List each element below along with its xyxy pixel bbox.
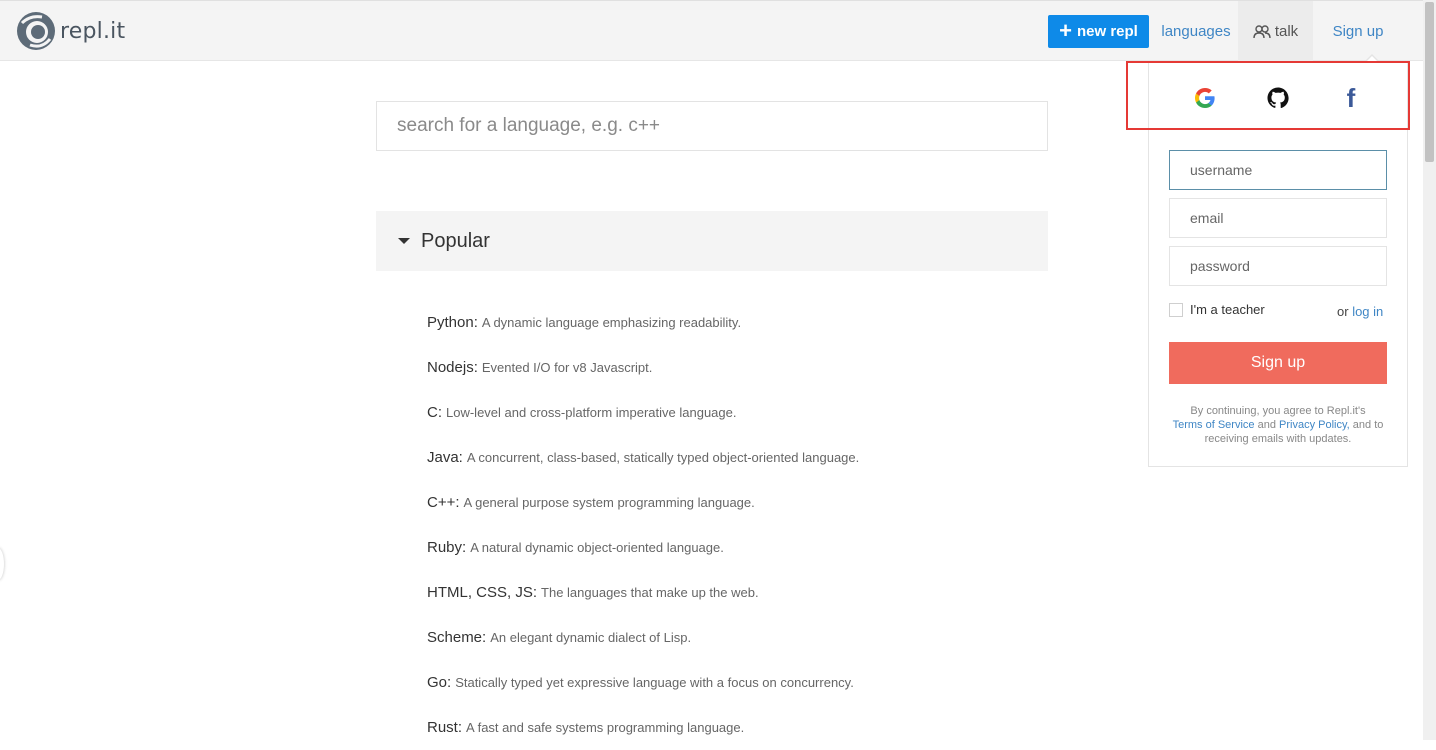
language-name: Rust: [427,719,463,736]
or-text: or [1337,304,1349,319]
language-desc: A fast and safe systems programming lang… [466,720,745,735]
language-desc: The languages that make up the web. [541,585,759,600]
nav-signup-label: Sign up [1332,23,1384,40]
language-desc: A general purpose system programming lan… [463,495,755,510]
nav-languages[interactable]: languages [1155,1,1237,62]
language-list: Python: A dynamic language emphasizing r… [427,300,1047,750]
teacher-checkbox[interactable] [1169,302,1183,317]
teacher-option: I'm a teacher [1169,302,1265,317]
replit-logo[interactable]: repl.it [16,11,125,51]
language-item-go[interactable]: Go: Statically typed yet expressive lang… [427,660,1047,705]
nav-signup[interactable]: Sign up [1318,1,1398,62]
language-name: Java: [427,449,463,466]
language-item-python[interactable]: Python: A dynamic language emphasizing r… [427,300,1047,345]
language-item-ruby[interactable]: Ruby: A natural dynamic object-oriented … [427,525,1047,570]
language-name: Scheme: [427,629,487,646]
language-name: Python: [427,314,478,331]
nav-talk-label: talk [1274,23,1299,40]
top-navbar: repl.it + new repl languages talk Sign u… [0,0,1436,62]
replit-logo-icon [17,12,55,50]
language-desc: A concurrent, class-based, statically ty… [466,450,860,465]
language-name: HTML, CSS, JS: [427,584,538,601]
language-desc: Low-level and cross-platform imperative … [446,405,737,420]
popular-section-toggle[interactable]: Popular [376,211,1048,271]
language-desc: An elegant dynamic dialect of Lisp. [490,630,692,645]
or-login: or log in [1337,304,1383,319]
language-name: C: [427,404,442,421]
language-desc: Evented I/O for v8 Javascript. [481,360,653,375]
teacher-label: I'm a teacher [1190,302,1265,317]
side-drawer-handle[interactable] [0,548,4,580]
privacy-policy-link[interactable]: Privacy Policy, [1279,419,1350,431]
language-desc: A dynamic language emphasizing readabili… [481,315,742,330]
language-desc: A natural dynamic object-oriented langua… [470,540,724,555]
nav-languages-label: languages [1161,23,1231,40]
language-item-scheme[interactable]: Scheme: An elegant dynamic dialect of Li… [427,615,1047,660]
signup-button-label: Sign up [1250,354,1306,371]
language-item-nodejs[interactable]: Nodejs: Evented I/O for v8 Javascript. [427,345,1047,390]
scrollbar-thumb[interactable] [1425,2,1434,162]
language-name: Nodejs: [427,359,478,376]
language-search-input[interactable] [376,101,1048,151]
nav-talk[interactable]: talk [1238,1,1313,62]
password-field[interactable] [1169,246,1387,286]
terms-and: and [1257,419,1276,431]
caret-down-icon [398,238,410,244]
section-title: Popular [421,229,490,252]
login-link[interactable]: log in [1352,304,1383,319]
language-name: Go: [427,674,452,691]
people-icon [1253,24,1271,38]
language-name: Ruby: [427,539,467,556]
terms-of-service-link[interactable]: Terms of Service [1173,419,1255,431]
language-item-cpp[interactable]: C++: A general purpose system programmin… [427,480,1047,525]
language-item-rust[interactable]: Rust: A fast and safe systems programmin… [427,705,1047,750]
signup-button[interactable]: Sign up [1169,342,1387,384]
email-field[interactable] [1169,198,1387,238]
username-field[interactable] [1169,150,1387,190]
language-item-web[interactable]: HTML, CSS, JS: The languages that make u… [427,570,1047,615]
new-repl-label: new repl [1077,23,1138,40]
new-repl-button[interactable]: + new repl [1048,15,1149,48]
language-item-c[interactable]: C: Low-level and cross-platform imperati… [427,390,1047,435]
language-name: C++: [427,494,460,511]
social-login-highlight [1126,61,1410,130]
terms-notice: By continuing, you agree to Repl.it's Te… [1162,404,1394,446]
language-item-java[interactable]: Java: A concurrent, class-based, statica… [427,435,1047,480]
terms-prefix: By continuing, you agree to Repl.it's [1190,405,1366,417]
plus-icon: + [1059,17,1072,43]
logo-text: repl.it [60,18,126,44]
language-desc: Statically typed yet expressive language… [455,675,854,690]
